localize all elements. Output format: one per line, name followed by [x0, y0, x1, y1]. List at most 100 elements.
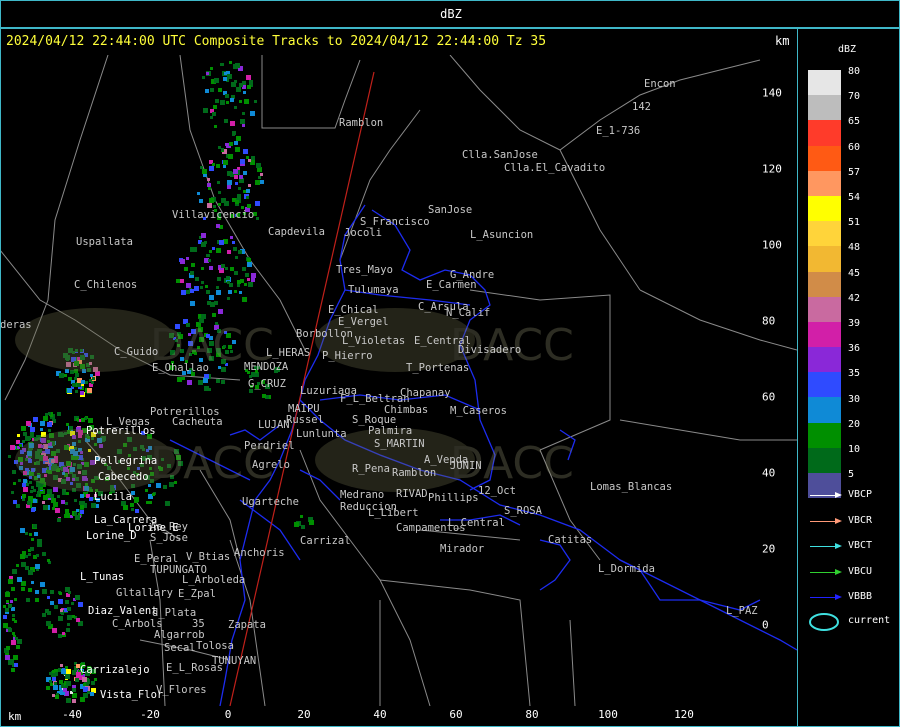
echo-cell [208, 187, 211, 190]
echo-cell [223, 160, 228, 165]
echo-cell [216, 164, 220, 168]
echo-cell [239, 100, 242, 103]
echo-cell [215, 99, 219, 103]
echo-cell [201, 242, 206, 247]
echo-cell [180, 279, 184, 283]
echo-cell [247, 262, 252, 267]
echo-cell [235, 147, 240, 152]
place-label: S_ROSA [504, 505, 543, 517]
track-arrow-icon [810, 568, 842, 575]
place-label: Borbollon [296, 328, 353, 340]
place-label: L_PAZ [726, 605, 758, 617]
echo-cell [234, 80, 237, 83]
echo-cell [35, 564, 40, 569]
echo-cell [17, 577, 22, 582]
echo-cell [11, 668, 15, 672]
echo-cell [240, 159, 245, 164]
place-label: S_MARTIN [374, 438, 425, 450]
echo-cell [13, 655, 18, 660]
y-tick-label: 40 [762, 466, 776, 480]
echo-cell [35, 598, 39, 602]
place-label: Cacheuta [172, 416, 223, 428]
echo-cell [50, 494, 54, 498]
echo-cell [47, 596, 50, 599]
echo-cell [218, 191, 221, 194]
x-tick-label: -20 [140, 708, 160, 721]
echo-cell [6, 646, 10, 650]
echo-cell [55, 508, 60, 513]
place-label: L_Asuncion [470, 229, 533, 241]
place-label: E_L_Rosas [166, 662, 223, 674]
echo-cell [57, 412, 61, 416]
echo-cell [199, 199, 203, 203]
legend-title: dBZ [838, 44, 857, 55]
echo-cell [254, 100, 257, 103]
place-label: T_Portenas [406, 362, 469, 374]
colorbar-swatch [808, 195, 841, 222]
echo-cell [235, 256, 238, 259]
echo-cell [47, 489, 52, 494]
echo-cell [88, 418, 93, 423]
echo-cell [300, 515, 303, 518]
echo-cell [243, 171, 247, 175]
echo-cell [87, 691, 90, 694]
colorbar-swatch [808, 397, 841, 423]
echo-cell [237, 194, 241, 198]
echo-cell [14, 598, 17, 601]
echo-cell [74, 377, 77, 380]
colorbar-value-label: 70 [848, 91, 861, 103]
echo-cell [58, 616, 63, 621]
echo-cell [91, 503, 96, 508]
colorbar-swatch [808, 321, 841, 348]
echo-cell [8, 604, 12, 608]
echo-cell [203, 108, 208, 113]
echo-cell [83, 683, 86, 686]
echo-cell [76, 618, 80, 622]
place-label: E_Chical [328, 304, 379, 316]
echo-cell [46, 621, 51, 626]
echo-cell [80, 505, 84, 509]
echo-cell [201, 314, 206, 319]
echo-cell [37, 491, 40, 494]
echo-cell [207, 178, 210, 181]
place-label: Capdevila [268, 226, 325, 238]
echo-cell [198, 380, 203, 385]
echo-cell [186, 283, 191, 288]
echo-cell [234, 290, 237, 293]
echo-cell [65, 600, 69, 604]
echo-cell [11, 587, 15, 591]
echo-cell [258, 176, 261, 179]
place-label: P_Hierro [322, 350, 373, 362]
echo-cell [220, 63, 223, 66]
echo-cell [201, 267, 204, 270]
echo-cell [130, 503, 134, 507]
y-tick-label: 60 [762, 390, 776, 404]
echo-cell [75, 390, 78, 393]
place-label: deras [0, 319, 32, 331]
place-label-highlighted: Carrizalejo [80, 664, 150, 676]
colorbar-swatch [808, 271, 841, 297]
echo-cell [190, 301, 195, 306]
echo-cell [225, 267, 228, 270]
echo-cell [236, 87, 241, 92]
echo-cell [145, 489, 148, 492]
echo-cell [242, 112, 245, 115]
echo-cell [218, 309, 223, 314]
echo-cell [248, 159, 251, 162]
place-label: Anchoris [234, 547, 285, 559]
echo-cell [3, 623, 8, 628]
place-label: V_Flores [156, 684, 207, 696]
echo-cell [3, 615, 7, 619]
echo-cell [242, 124, 245, 127]
echo-cell [216, 248, 221, 253]
track-arrow-icon [810, 543, 842, 549]
echo-cell [244, 99, 249, 104]
echo-cell [8, 455, 11, 458]
echo-cell [235, 200, 239, 204]
echo-cell [247, 85, 251, 89]
echo-cell [52, 694, 55, 697]
echo-cell [177, 377, 182, 382]
echo-cell [80, 391, 84, 395]
echo-cell [10, 445, 15, 450]
echo-cell [66, 681, 71, 686]
